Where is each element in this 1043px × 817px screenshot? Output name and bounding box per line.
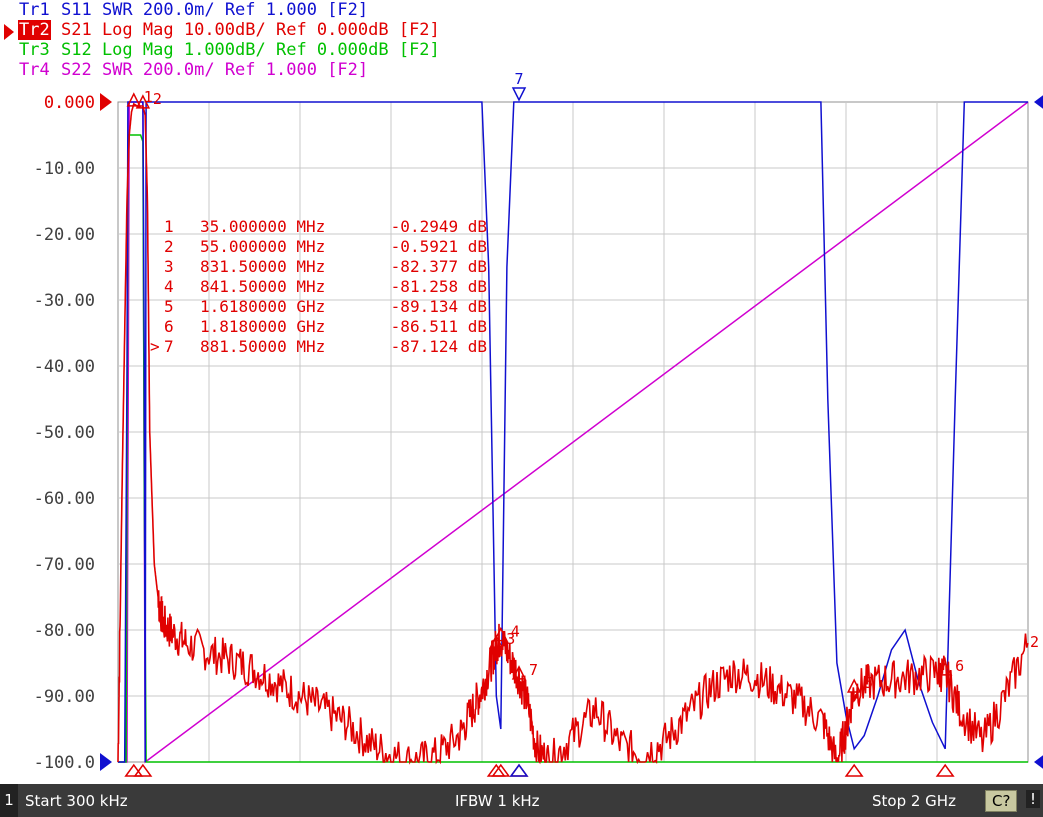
trace-line-tr1[interactable]: Tr1 S11 SWR 200.0m/ Ref 1.000 [F2]: [18, 0, 368, 20]
trace-cursor: [F2]: [398, 40, 440, 60]
trace-cursor: [F2]: [398, 20, 440, 40]
marker-table-num: 6: [164, 317, 174, 336]
stop-frequency[interactable]: Stop 2 GHz: [872, 792, 956, 810]
y-tick-label: -50.00: [34, 423, 95, 443]
marker-table-value: -0.2949 dB: [391, 217, 487, 236]
trace-id: Tr3: [19, 40, 50, 60]
trace-ref: Ref 0.000dB: [275, 40, 389, 60]
warning-indicator: !: [1026, 790, 1041, 808]
trace-end-label: 2: [1030, 633, 1039, 651]
trace-ref: Ref 0.000dB: [275, 20, 389, 40]
marker-table-num: 3: [164, 257, 174, 276]
marker-table-value: -89.134 dB: [391, 297, 487, 316]
trace-scale: 1.000dB/: [183, 40, 266, 60]
marker-7-triangle-icon: [511, 87, 527, 102]
ref-level-arrow-icon: [1034, 95, 1043, 109]
marker-stimulus-icon: [844, 763, 864, 777]
trace-param: S12: [60, 40, 92, 60]
y-tick-label: -30.00: [34, 291, 95, 311]
trace-format: SWR: [101, 60, 133, 80]
y-tick-label: -20.00: [34, 225, 95, 245]
marker-label: 7: [514, 70, 523, 88]
marker-label: 2: [153, 90, 162, 108]
y-tick-label: -80.00: [34, 621, 95, 641]
trace-line-tr4[interactable]: Tr4 S22 SWR 200.0m/ Ref 1.000 [F2]: [18, 60, 368, 80]
start-frequency[interactable]: Start 300 kHz: [25, 792, 128, 810]
active-marker-indicator: >: [150, 337, 160, 356]
marker-table-value: -0.5921 dB: [391, 237, 487, 256]
ref-level-arrow-icon: [1034, 755, 1043, 769]
marker-table-value: -82.377 dB: [391, 257, 487, 276]
marker-table-value: -87.124 dB: [391, 337, 487, 356]
y-tick-label: -40.00: [34, 357, 95, 377]
marker-table-num: 1: [164, 217, 174, 236]
marker-label: 7: [529, 661, 538, 679]
trace-scale: 200.0m/: [142, 60, 215, 80]
ifbw-setting[interactable]: IFBW 1 kHz: [455, 792, 540, 810]
trace-format: Log Mag: [101, 40, 174, 60]
trace-format: SWR: [101, 0, 133, 20]
ref-level-arrow-icon: [100, 93, 112, 111]
marker-table-freq: 1.6180000 GHz: [200, 297, 325, 316]
trace-param: S11: [60, 0, 92, 20]
status-bar: 1 Start 300 kHz IFBW 1 kHz Stop 2 GHz C?…: [0, 784, 1043, 817]
y-tick-label: 0.000: [44, 93, 95, 113]
y-tick-label: -10.00: [34, 159, 95, 179]
trace-id-active: Tr2: [18, 20, 51, 40]
trace-cursor: [F2]: [327, 0, 369, 20]
marker-table-freq: 841.50000 MHz: [200, 277, 325, 296]
channel-number[interactable]: 1: [0, 784, 18, 817]
trace-ref: Ref 1.000: [224, 0, 317, 20]
marker-label: 6: [955, 657, 964, 675]
marker-table-num: 2: [164, 237, 174, 256]
trace-id: Tr1: [19, 0, 50, 20]
marker-stimulus-icon: [935, 763, 955, 777]
marker-table-value: -86.511 dB: [391, 317, 487, 336]
y-tick-label: -70.00: [34, 555, 95, 575]
marker-table-freq: 1.8180000 GHz: [200, 317, 325, 336]
y-tick-label: -60.00: [34, 489, 95, 509]
trace-format: Log Mag: [101, 20, 174, 40]
marker-table-freq: 881.50000 MHz: [200, 337, 325, 356]
marker-table-num: 7: [164, 337, 174, 356]
ref-level-arrow-icon: [100, 753, 112, 771]
marker-label: 5: [864, 674, 873, 692]
y-tick-label: -100.0: [34, 753, 95, 773]
marker-table-freq: 55.000000 MHz: [200, 237, 325, 256]
trace-scale: 200.0m/: [142, 0, 215, 20]
marker-label: 1: [144, 88, 153, 106]
trace-ref: Ref 1.000: [224, 60, 317, 80]
marker-table-freq: 35.000000 MHz: [200, 217, 325, 236]
active-trace-arrow-icon: [4, 24, 14, 40]
y-tick-label: -90.00: [34, 687, 95, 707]
marker-table-value: -81.258 dB: [391, 277, 487, 296]
trace-param: S21: [60, 20, 92, 40]
trace-cursor: [F2]: [327, 60, 369, 80]
trace-param: S22: [60, 60, 92, 80]
marker-table-freq: 831.50000 MHz: [200, 257, 325, 276]
trace-scale: 10.00dB/: [183, 20, 266, 40]
marker-table-num: 4: [164, 277, 174, 296]
marker-stimulus-icon: [509, 763, 529, 777]
calibration-status[interactable]: C?: [985, 790, 1018, 812]
trace-line-tr3[interactable]: Tr3 S12 Log Mag 1.000dB/ Ref 0.000dB [F2…: [18, 40, 440, 60]
trace-id: Tr4: [19, 60, 50, 80]
marker-label: 4: [511, 623, 520, 641]
marker-stimulus-icon: [509, 763, 529, 777]
trace-line-tr2[interactable]: Tr2 S21 Log Mag 10.00dB/ Ref 0.000dB [F2…: [18, 20, 440, 40]
chart-canvas: 0.000 -10.00 -20.00 -30.00 -40.00 -50.00 -60.0…: [34, 70, 1043, 777]
marker-table-num: 5: [164, 297, 174, 316]
